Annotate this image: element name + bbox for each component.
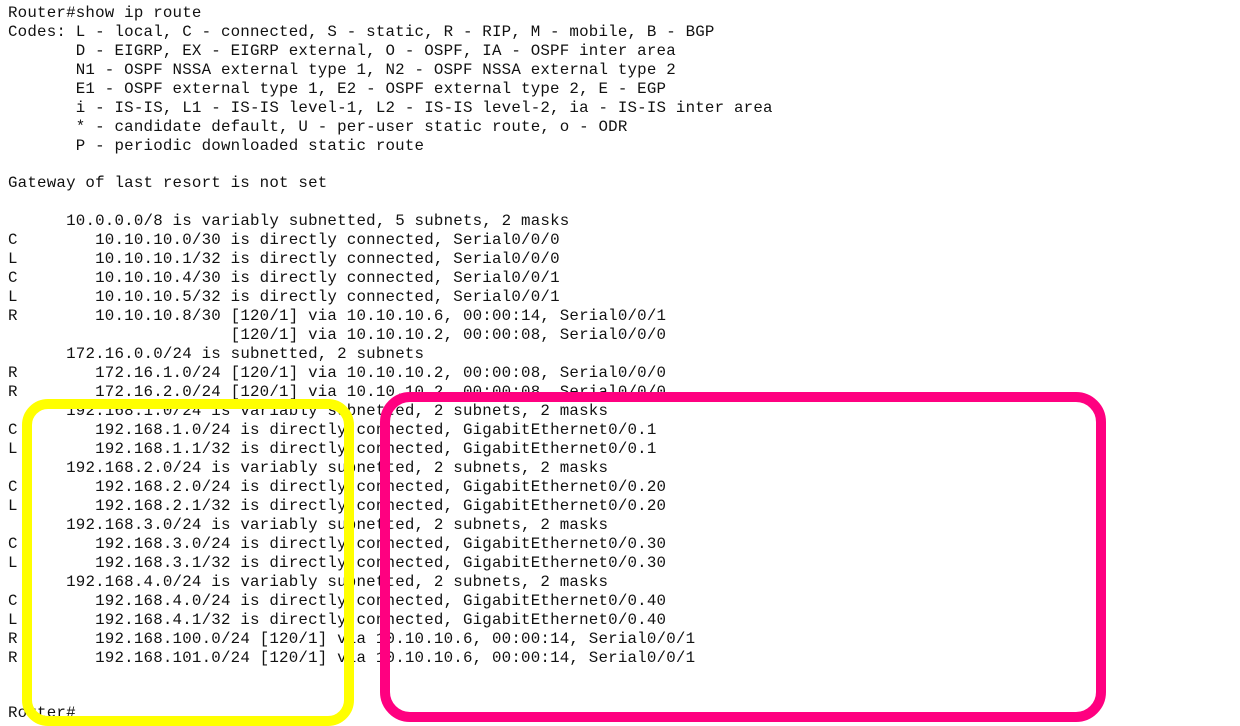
codes-line: * - candidate default, U - per-user stat…: [8, 118, 628, 136]
route-code: R: [8, 364, 18, 382]
route-line: R 10.10.10.8/30 [120/1] via 10.10.10.6, …: [8, 307, 666, 326]
route-code: C: [8, 592, 18, 610]
route-text: 10.10.10.1/32 is directly connected, Ser…: [17, 250, 560, 268]
codes-line: D - EIGRP, EX - EIGRP external, O - OSPF…: [8, 42, 676, 60]
route-code: [8, 212, 18, 230]
route-code: C: [8, 269, 18, 287]
codes-line: i - IS-IS, L1 - IS-IS level-1, L2 - IS-I…: [8, 99, 773, 117]
route-code: L: [8, 611, 18, 629]
route-line: C 10.10.10.0/30 is directly connected, S…: [8, 231, 560, 250]
route-code: L: [8, 288, 18, 306]
route-line: [120/1] via 10.10.10.2, 00:00:08, Serial…: [8, 326, 666, 345]
route-text: [120/1] via 10.10.10.2, 00:00:08, Serial…: [17, 326, 667, 344]
route-line: 10.0.0.0/8 is variably subnetted, 5 subn…: [8, 212, 569, 231]
route-code: R: [8, 307, 18, 325]
route-line: L 10.10.10.5/32 is directly connected, S…: [8, 288, 560, 307]
route-code: L: [8, 554, 18, 572]
route-text: 10.10.10.4/30 is directly connected, Ser…: [17, 269, 560, 287]
route-code: [8, 345, 18, 363]
codes-line: E1 - OSPF external type 1, E2 - OSPF ext…: [8, 80, 667, 98]
route-code: L: [8, 250, 18, 268]
route-code: R: [8, 630, 18, 648]
route-text: 172.16.1.0/24 [120/1] via 10.10.10.2, 00…: [17, 364, 667, 382]
route-text: 10.10.10.8/30 [120/1] via 10.10.10.6, 00…: [17, 307, 667, 325]
route-text: 172.16.0.0/24 is subnetted, 2 subnets: [17, 345, 425, 363]
route-code: R: [8, 649, 18, 667]
route-code: C: [8, 421, 18, 439]
route-code: R: [8, 383, 18, 401]
route-text: 10.10.10.0/30 is directly connected, Ser…: [17, 231, 560, 249]
route-code: [8, 326, 18, 344]
route-code: C: [8, 535, 18, 553]
route-code: L: [8, 440, 18, 458]
route-code: [8, 402, 18, 420]
route-line: 172.16.0.0/24 is subnetted, 2 subnets: [8, 345, 424, 364]
codes-line: P - periodic downloaded static route: [8, 137, 425, 155]
route-code: [8, 516, 18, 534]
route-line: R 172.16.1.0/24 [120/1] via 10.10.10.2, …: [8, 364, 666, 383]
gateway-line: Gateway of last resort is not set: [8, 174, 328, 192]
route-line: L 10.10.10.1/32 is directly connected, S…: [8, 250, 560, 269]
route-line: C 10.10.10.4/30 is directly connected, S…: [8, 269, 560, 288]
route-code: L: [8, 497, 18, 515]
route-text: 10.10.10.5/32 is directly connected, Ser…: [17, 288, 560, 306]
route-code: [8, 459, 18, 477]
codes-line: Codes: L - local, C - connected, S - sta…: [8, 23, 715, 41]
route-text: 10.0.0.0/8 is variably subnetted, 5 subn…: [17, 212, 570, 230]
route-code: [8, 573, 18, 591]
prefix-highlight-box: [22, 399, 354, 726]
codes-line: N1 - OSPF NSSA external type 1, N2 - OSP…: [8, 61, 676, 79]
route-code: C: [8, 478, 18, 496]
route-detail-highlight-box: [380, 392, 1106, 722]
route-code: C: [8, 231, 18, 249]
command-line: Router#show ip route: [8, 4, 202, 22]
